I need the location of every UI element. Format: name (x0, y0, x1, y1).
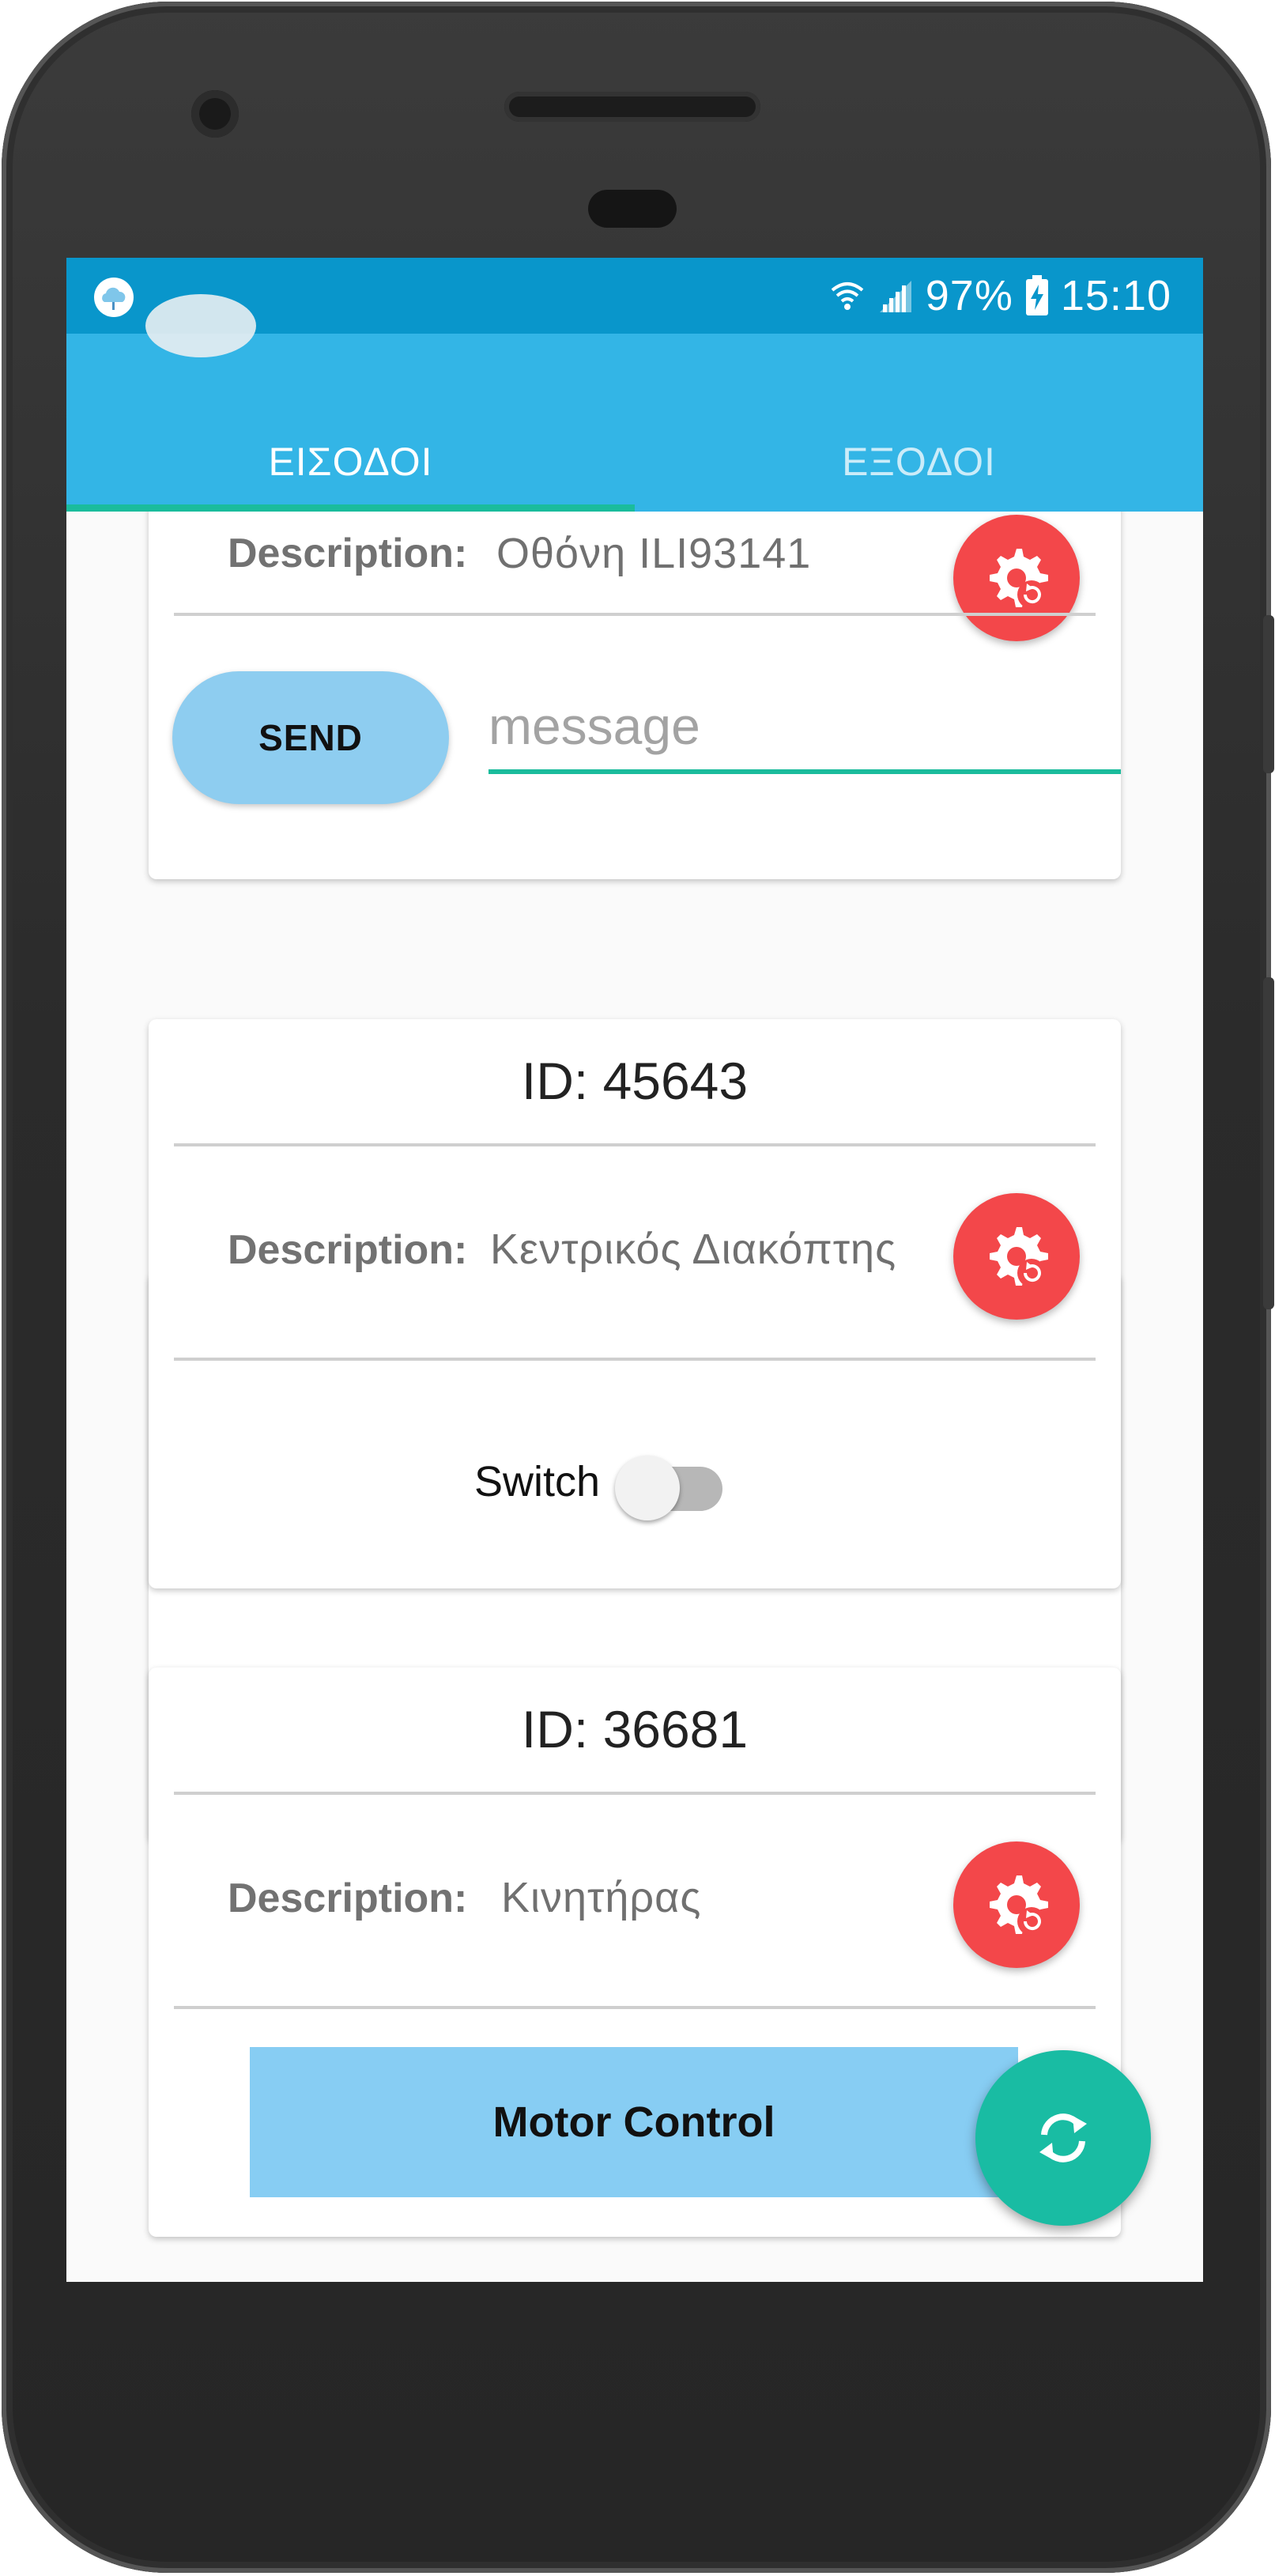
card-divider (174, 1143, 1096, 1146)
switch-row: Switch (149, 1446, 1121, 1520)
description-label: Description: (228, 1875, 468, 1921)
gear-refresh-icon (990, 1227, 1048, 1287)
card-divider (174, 2006, 1096, 2009)
device-settings-button[interactable] (953, 1841, 1080, 1968)
phone-frame: 97% 15:10 ΕΙΣΟΔΟΙ ΕΞΟΔΟΙ Description: Οθ… (2, 2, 1274, 2573)
battery-percent: 97% (925, 272, 1013, 319)
earpiece-speaker (504, 92, 760, 122)
card-divider (174, 1358, 1096, 1361)
power-button (1263, 615, 1274, 773)
volume-button (1263, 977, 1274, 1309)
tab-inputs[interactable]: ΕΙΣΟΔΟΙ (66, 413, 635, 512)
tab-outputs[interactable]: ΕΞΟΔΟΙ (635, 413, 1203, 512)
device-id: ID: 36681 (521, 1700, 749, 1758)
device-settings-button[interactable] (953, 1193, 1080, 1320)
clock-time: 15:10 (1060, 272, 1171, 319)
app-bar: ΕΙΣΟΔΟΙ ΕΞΟΔΟΙ (66, 294, 1203, 512)
front-camera (191, 90, 239, 138)
description-value: Κεντρικός Διακόπτης (490, 1226, 897, 1273)
switch-label: Switch (474, 1458, 601, 1505)
tab-indicator (66, 504, 635, 512)
screen: 97% 15:10 ΕΙΣΟΔΟΙ ΕΞΟΔΟΙ Description: Οθ… (66, 258, 1203, 2282)
signal-icon (879, 281, 911, 312)
device-card: ID: 36681 Description: Κινητήρας Motor C… (149, 1668, 1121, 2237)
refresh-button[interactable] (975, 2050, 1151, 2226)
refresh-icon (1039, 2113, 1087, 2162)
card-divider (174, 1792, 1096, 1795)
gear-refresh-icon (990, 1875, 1048, 1936)
device-id: ID: 45643 (521, 1052, 749, 1110)
switch-thumb[interactable] (615, 1456, 680, 1520)
description-label: Description: (228, 1227, 468, 1273)
battery-charging-icon (1025, 275, 1048, 315)
description-value: Κινητήρας (501, 1874, 702, 1921)
device-card: ID: 45643 Description: Κεντρικός Διακόπτ… (149, 1019, 1121, 1588)
proximity-sensor (588, 190, 677, 228)
motor-control-button[interactable]: Motor Control (250, 2047, 1018, 2197)
cloud-icon (94, 278, 134, 317)
app-logo (145, 294, 256, 357)
wifi-icon (831, 282, 864, 310)
